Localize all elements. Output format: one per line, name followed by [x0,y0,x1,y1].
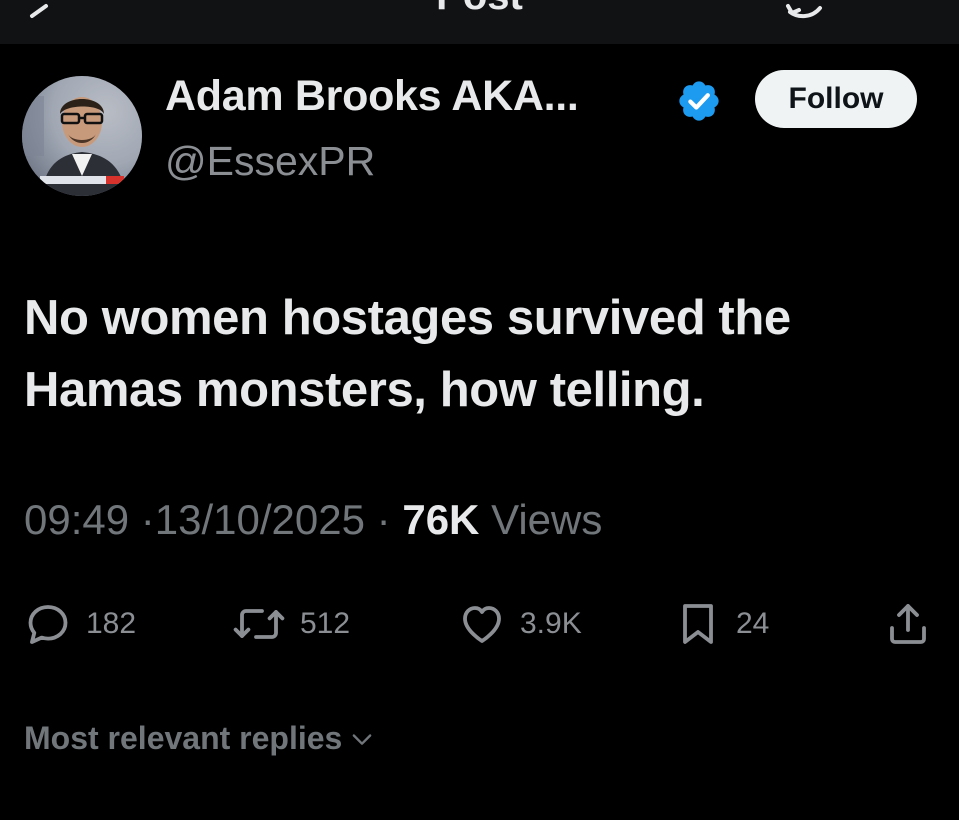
post-text: No women hostages survived the Hamas mon… [24,291,791,417]
share-button[interactable] [884,596,932,652]
bookmark-icon [683,604,713,644]
post-date[interactable]: 13/10/2025 [155,496,365,543]
repost-button[interactable]: 512 [232,596,350,652]
reply-count: 182 [86,607,137,640]
like-button[interactable]: 3.9K [458,596,582,652]
display-name[interactable]: Adam Brooks AKA... [165,72,579,121]
follow-button[interactable]: Follow [755,70,917,128]
avatar[interactable] [22,76,142,196]
like-count: 3.9K [520,607,582,640]
chevron-down-icon [353,733,372,745]
bookmark-button[interactable]: 24 [674,596,769,652]
reply-button[interactable]: 182 [24,596,136,652]
top-bar: Post [0,0,959,44]
share-icon [890,604,926,644]
bookmark-count: 24 [736,607,770,640]
views-label: Views [491,496,603,543]
reply-icon [28,605,68,644]
refresh-icon[interactable] [784,0,828,20]
verified-badge-icon [676,78,722,124]
meta-separator: · [376,496,391,543]
post-time[interactable]: 09:49 [24,496,129,543]
replies-sort-dropdown[interactable]: Most relevant replies [24,720,376,757]
user-handle[interactable]: @EssexPR [165,138,375,185]
replies-sort-label: Most relevant replies [24,720,343,756]
post-meta: 09:49 ·13/10/2025 · 76K Views [24,496,602,544]
heart-icon [463,606,501,643]
action-bar: 182 512 3.9K 24 [0,596,959,652]
repost-icon [233,609,285,639]
meta-separator: · [140,496,155,543]
repost-count: 512 [300,607,351,640]
views-count: 76K [402,496,480,543]
